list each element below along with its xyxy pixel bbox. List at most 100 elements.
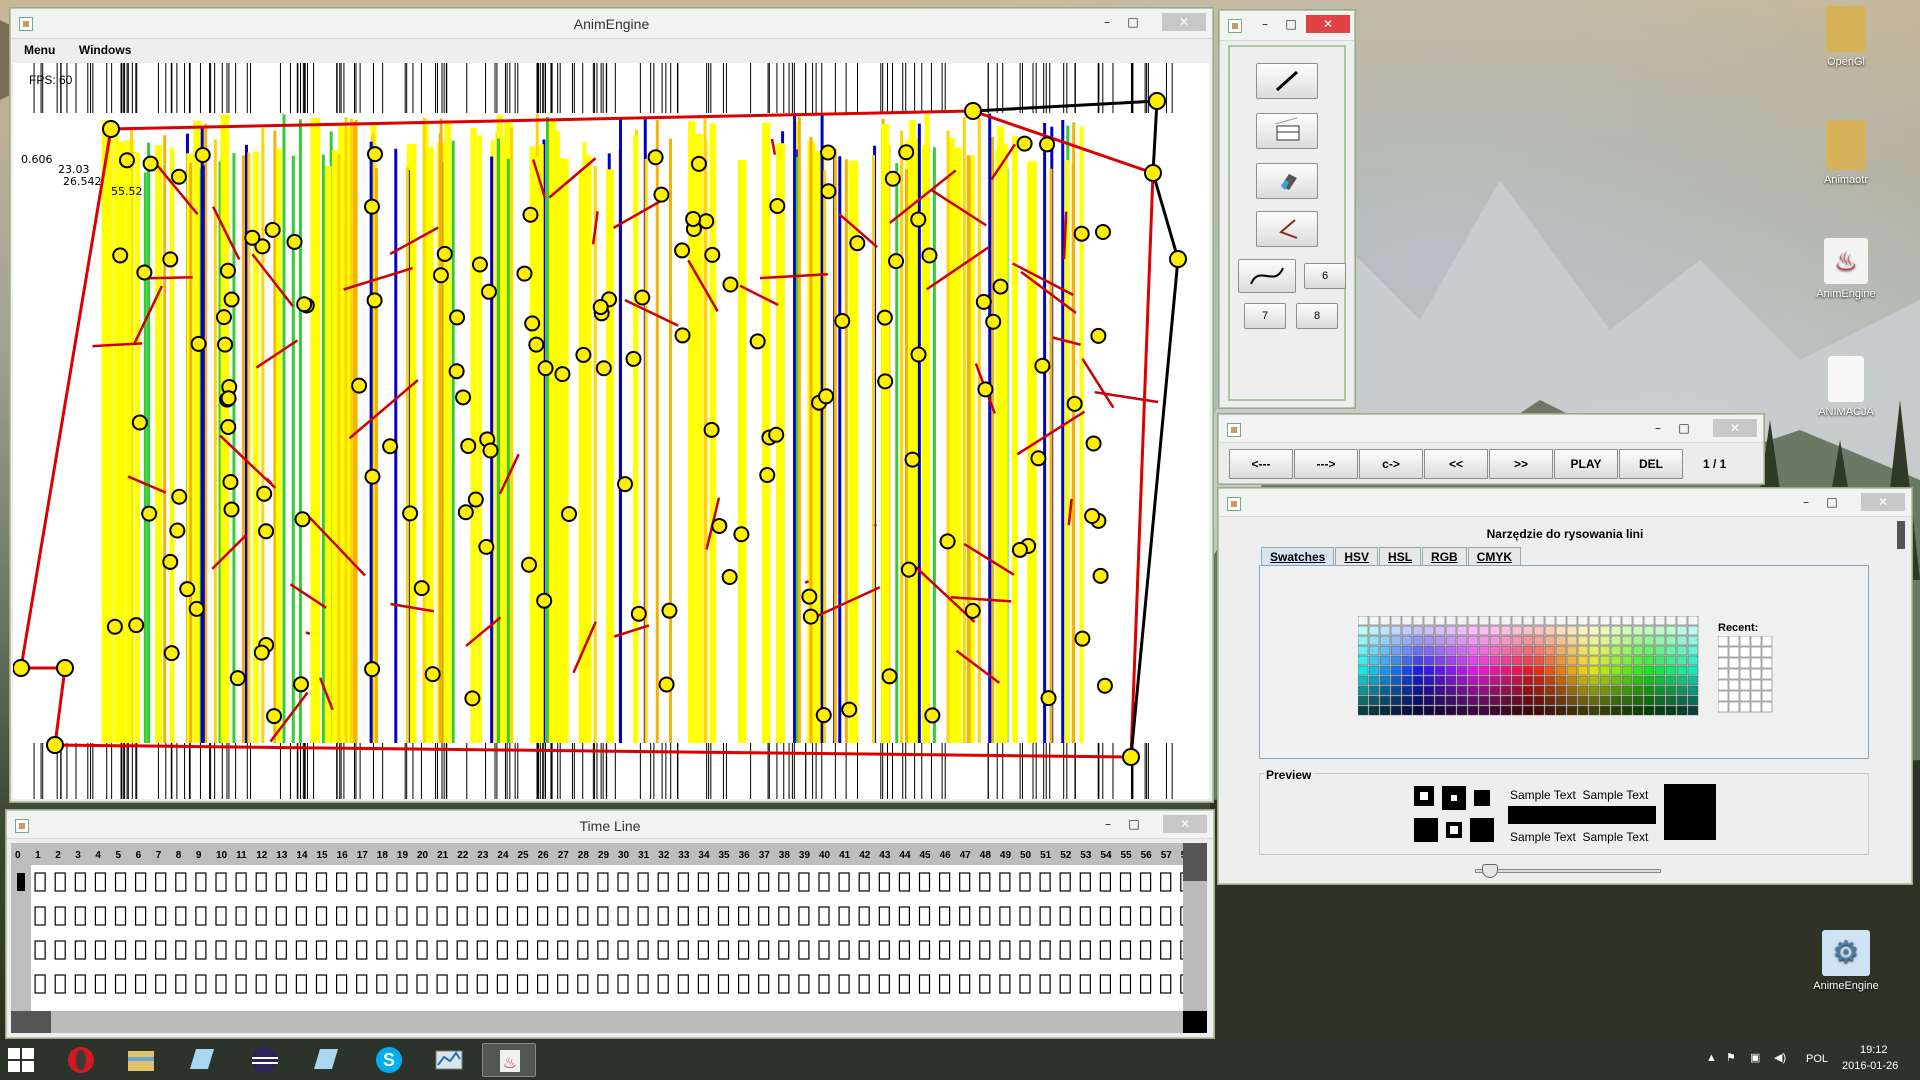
- timeline-grid[interactable]: 0 1 2 3 4 5 6 7 8 9 10 11 12 13 14 15 16 17 18 19 20 21 22 23 24…: [11, 843, 1183, 1033]
- color-swatch[interactable]: [1401, 625, 1413, 636]
- color-swatch[interactable]: [1632, 645, 1644, 656]
- frame-cell[interactable]: [134, 906, 147, 926]
- color-swatch[interactable]: [1358, 655, 1369, 666]
- color-swatch[interactable]: [1434, 695, 1446, 706]
- frame-cell[interactable]: [778, 940, 790, 960]
- color-swatch[interactable]: [1390, 616, 1402, 626]
- color-swatch[interactable]: [1687, 616, 1699, 626]
- frame-cell[interactable]: [758, 974, 770, 994]
- color-swatch[interactable]: [1445, 705, 1457, 716]
- color-swatch[interactable]: [1412, 616, 1424, 626]
- color-swatch[interactable]: [1566, 616, 1578, 626]
- color-swatch[interactable]: [1555, 635, 1567, 646]
- color-swatch[interactable]: [1412, 645, 1424, 656]
- control-point[interactable]: [141, 505, 158, 522]
- frame-number[interactable]: 45: [920, 850, 932, 861]
- frame-cell[interactable]: [1079, 974, 1091, 994]
- control-point[interactable]: [769, 198, 786, 215]
- color-swatch[interactable]: [1599, 655, 1611, 666]
- line-tool-button[interactable]: [1256, 63, 1318, 99]
- color-swatch[interactable]: [1401, 616, 1413, 626]
- frame-cell[interactable]: [898, 906, 911, 926]
- control-point[interactable]: [215, 309, 232, 326]
- control-point[interactable]: [561, 505, 578, 522]
- control-point[interactable]: [217, 336, 234, 353]
- color-swatch[interactable]: [1390, 685, 1402, 696]
- frame-cell[interactable]: [1139, 974, 1152, 994]
- color-swatch[interactable]: [1478, 665, 1490, 676]
- close-button[interactable]: ✕: [1162, 13, 1206, 31]
- frame-cell[interactable]: [577, 974, 589, 994]
- color-swatch[interactable]: [1632, 695, 1644, 706]
- frame-number[interactable]: 19: [397, 850, 409, 861]
- recent-swatch[interactable]: [1750, 690, 1762, 702]
- frame-cell[interactable]: [717, 906, 730, 926]
- frame-cell[interactable]: [215, 974, 227, 994]
- control-point[interactable]: [46, 736, 64, 754]
- control-point[interactable]: [521, 556, 538, 573]
- maximize-button[interactable]: □: [1120, 13, 1146, 31]
- color-swatch[interactable]: [1434, 705, 1446, 716]
- color-swatch[interactable]: [1555, 616, 1567, 626]
- color-swatch[interactable]: [1379, 695, 1391, 706]
- control-point[interactable]: [220, 419, 237, 436]
- frame-cell[interactable]: [758, 906, 770, 926]
- frame-cell[interactable]: [677, 974, 689, 994]
- color-swatch[interactable]: [1467, 685, 1479, 696]
- frame-cell[interactable]: [1079, 906, 1091, 926]
- frame-number[interactable]: 4: [95, 850, 101, 861]
- color-swatch[interactable]: [1632, 625, 1644, 636]
- color-swatch[interactable]: [1533, 695, 1545, 706]
- color-swatch[interactable]: [1379, 675, 1391, 686]
- color-swatch[interactable]: [1412, 675, 1424, 686]
- control-point[interactable]: [1084, 507, 1101, 524]
- color-swatch[interactable]: [1577, 685, 1589, 696]
- color-swatch[interactable]: [1676, 675, 1688, 686]
- frame-number[interactable]: 38: [779, 850, 791, 861]
- frame-cell[interactable]: [74, 940, 86, 960]
- frame-number[interactable]: 23: [477, 850, 489, 861]
- color-swatch[interactable]: [1522, 695, 1534, 706]
- frame-cell[interactable]: [436, 940, 448, 960]
- taskbar-opera[interactable]: [54, 1043, 108, 1077]
- color-swatch[interactable]: [1358, 685, 1369, 696]
- frame-cell[interactable]: [1059, 974, 1071, 994]
- control-point[interactable]: [877, 373, 894, 390]
- color-swatch[interactable]: [1358, 675, 1369, 686]
- frame-cell[interactable]: [878, 974, 890, 994]
- control-point[interactable]: [190, 335, 207, 352]
- color-swatch[interactable]: [1533, 616, 1545, 626]
- color-swatch[interactable]: [1566, 665, 1578, 676]
- recent-swatch[interactable]: [1718, 679, 1729, 691]
- frame-number[interactable]: 0: [15, 850, 21, 861]
- minimize-button[interactable]: –: [1252, 15, 1278, 33]
- frame-cell[interactable]: [134, 872, 147, 892]
- frame-cell[interactable]: [1039, 872, 1051, 892]
- frame-cell[interactable]: [838, 940, 850, 960]
- control-point[interactable]: [975, 293, 992, 310]
- control-point[interactable]: [888, 253, 905, 270]
- frame-cell[interactable]: [1139, 872, 1152, 892]
- control-point[interactable]: [617, 476, 634, 493]
- color-swatch[interactable]: [1676, 645, 1688, 656]
- color-swatch[interactable]: [1368, 665, 1380, 676]
- frame-cell[interactable]: [175, 974, 187, 994]
- color-swatch[interactable]: [1687, 675, 1699, 686]
- control-point[interactable]: [460, 437, 477, 454]
- frame-cell[interactable]: [1019, 872, 1031, 892]
- minimize-button[interactable]: –: [1095, 815, 1121, 833]
- recent-swatch[interactable]: [1728, 636, 1740, 647]
- frame-number[interactable]: 17: [357, 850, 369, 861]
- frame-cell[interactable]: [336, 974, 348, 994]
- color-swatch[interactable]: [1687, 635, 1699, 646]
- frame-cell[interactable]: [717, 872, 730, 892]
- color-swatch[interactable]: [1599, 705, 1611, 716]
- recent-swatch[interactable]: [1718, 636, 1729, 647]
- taskbar-eclipse[interactable]: [238, 1043, 292, 1077]
- frame-cell[interactable]: [999, 872, 1011, 892]
- control-point[interactable]: [1096, 677, 1113, 694]
- frame-cell[interactable]: [838, 974, 850, 994]
- color-swatch[interactable]: [1533, 625, 1545, 636]
- color-swatch[interactable]: [1533, 675, 1545, 686]
- frame-cell[interactable]: [1119, 906, 1132, 926]
